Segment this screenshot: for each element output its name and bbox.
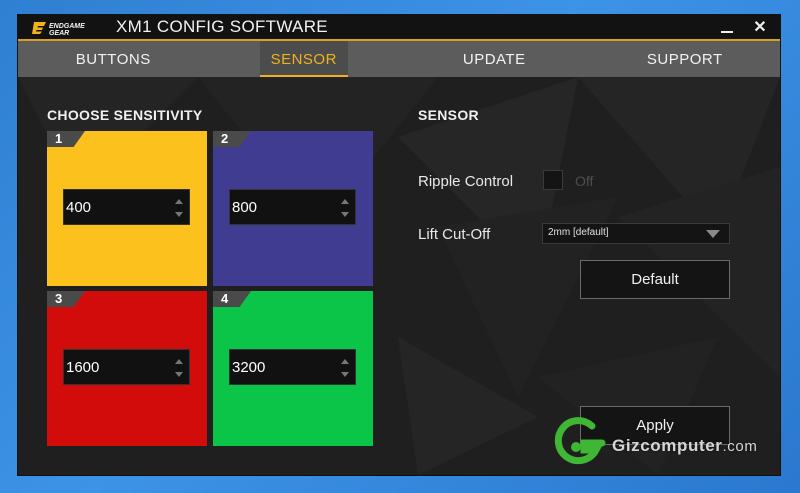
dpi-input-1[interactable]	[66, 190, 166, 224]
app-window: ENDGAME GEAR XM1 CONFIG SOFTWARE ✕ BUTTO…	[18, 15, 780, 475]
watermark-text: Gizcomputer.com	[612, 436, 758, 455]
gizcomputer-watermark: Gizcomputer.com	[554, 416, 764, 468]
title-bar: ENDGAME GEAR XM1 CONFIG SOFTWARE ✕	[18, 15, 780, 39]
ripple-control-label: Ripple Control	[418, 173, 514, 190]
tab-support[interactable]: SUPPORT	[590, 41, 781, 77]
minimize-icon	[721, 31, 733, 33]
lift-cutoff-value: 2mm [default]	[548, 227, 609, 238]
default-button[interactable]: Default	[580, 260, 730, 299]
gizcomputer-logo-icon	[554, 417, 606, 465]
dpi-stepper-2[interactable]	[229, 189, 356, 225]
close-icon: ✕	[753, 19, 767, 36]
increment-icon[interactable]	[175, 359, 183, 364]
dpi-tile-2[interactable]: 2	[213, 131, 373, 286]
lift-cutoff-label: Lift Cut-Off	[418, 226, 491, 243]
endgame-gear-logo: ENDGAME GEAR	[32, 22, 85, 36]
increment-icon[interactable]	[341, 359, 349, 364]
dpi-input-4[interactable]	[232, 350, 332, 384]
decrement-icon[interactable]	[341, 212, 349, 217]
dpi-tile-1[interactable]: 1	[47, 131, 207, 286]
sensitivity-section-title: CHOOSE SENSITIVITY	[47, 107, 203, 123]
minimize-button[interactable]	[713, 15, 741, 39]
svg-text:ENDGAME: ENDGAME	[49, 23, 85, 30]
app-title: XM1 CONFIG SOFTWARE	[116, 17, 328, 36]
increment-icon[interactable]	[175, 199, 183, 204]
dpi-stepper-3[interactable]	[63, 349, 190, 385]
tab-buttons[interactable]: BUTTONS	[18, 41, 209, 77]
dpi-tile-number: 2	[213, 131, 251, 147]
tab-sensor[interactable]: SENSOR	[209, 41, 400, 77]
sensor-section-title: SENSOR	[418, 107, 479, 123]
tab-label: SUPPORT	[646, 50, 723, 68]
ripple-control-checkbox[interactable]	[543, 170, 563, 190]
tab-bar: BUTTONS SENSOR UPDATE SUPPORT	[18, 41, 780, 77]
svg-text:GEAR: GEAR	[49, 30, 69, 36]
chevron-down-icon	[706, 230, 720, 238]
tab-label: UPDATE	[462, 50, 526, 68]
tab-label: BUTTONS	[75, 50, 151, 68]
decrement-icon[interactable]	[175, 212, 183, 217]
tab-label: SENSOR	[270, 50, 337, 68]
dpi-input-3[interactable]	[66, 350, 166, 384]
dpi-tile-4[interactable]: 4	[213, 291, 373, 446]
dpi-tile-3[interactable]: 3	[47, 291, 207, 446]
dpi-stepper-4[interactable]	[229, 349, 356, 385]
close-button[interactable]: ✕	[746, 15, 774, 39]
ripple-control-state: Off	[575, 173, 594, 189]
dpi-tile-number: 4	[213, 291, 251, 307]
dpi-tile-number: 3	[47, 291, 85, 307]
tab-update[interactable]: UPDATE	[399, 41, 590, 77]
dpi-tile-number: 1	[47, 131, 85, 147]
increment-icon[interactable]	[341, 199, 349, 204]
decrement-icon[interactable]	[175, 372, 183, 377]
decrement-icon[interactable]	[341, 372, 349, 377]
lift-cutoff-select[interactable]: 2mm [default]	[542, 223, 730, 244]
dpi-stepper-1[interactable]	[63, 189, 190, 225]
dpi-input-2[interactable]	[232, 190, 332, 224]
